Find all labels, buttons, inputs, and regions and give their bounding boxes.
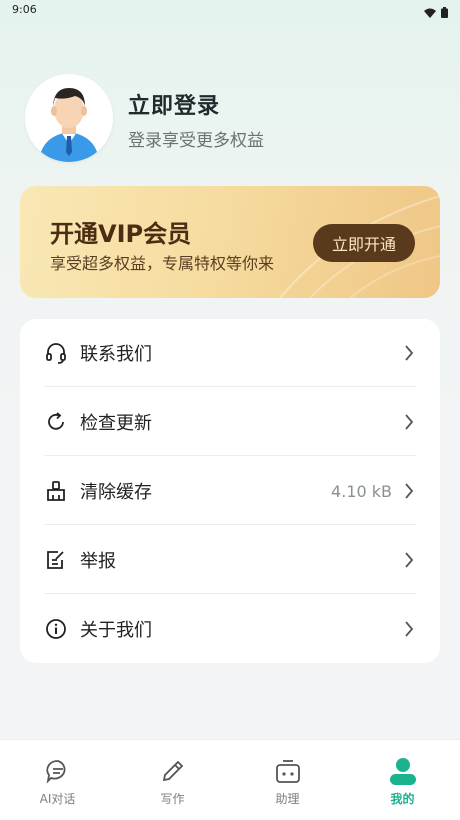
pencil-icon — [159, 756, 187, 786]
profile-header[interactable]: 立即登录 登录享受更多权益 — [25, 74, 445, 162]
menu-item-label: 举报 — [80, 551, 116, 572]
divider — [44, 524, 416, 525]
chevron-right-icon — [402, 345, 416, 361]
robot-icon — [274, 756, 302, 786]
bottom-navigation: AI对话 写作 助理 我的 — [0, 739, 460, 820]
vip-title: 开通VIP会员 — [50, 220, 192, 248]
wifi-icon — [424, 3, 436, 22]
menu-item-label: 检查更新 — [80, 413, 152, 434]
nav-tab-assistant[interactable]: 助理 — [230, 740, 345, 820]
chevron-right-icon — [402, 621, 416, 637]
divider — [44, 455, 416, 456]
menu-item-report[interactable]: 举报 — [44, 526, 416, 594]
menu-item-contact[interactable]: 联系我们 — [44, 319, 416, 387]
menu-item-clear-cache[interactable]: 清除缓存 4.10 kB — [44, 457, 416, 525]
battery-icon — [441, 3, 448, 22]
menu-item-label: 关于我们 — [80, 620, 152, 641]
status-icons — [424, 3, 448, 22]
vip-card[interactable]: 开通VIP会员 享受超多权益，专属特权等你来 立即开通 — [20, 186, 440, 298]
user-icon — [389, 756, 417, 786]
vip-subtitle: 享受超多权益，专属特权等你来 — [50, 254, 275, 273]
nav-label: 助理 — [275, 792, 300, 806]
divider — [44, 593, 416, 594]
chat-bubble-icon — [44, 756, 72, 786]
menu-item-about[interactable]: 关于我们 — [44, 595, 416, 663]
settings-menu: 联系我们 检查更新 清除缓存 4.10 kB 举报 关于我们 — [20, 319, 440, 663]
menu-item-label: 清除缓存 — [80, 482, 152, 503]
broom-icon — [44, 479, 68, 503]
avatar[interactable] — [25, 74, 113, 162]
report-edit-icon — [44, 548, 68, 572]
headset-icon — [44, 341, 68, 365]
vip-open-button[interactable]: 立即开通 — [313, 224, 415, 262]
nav-tab-writing[interactable]: 写作 — [115, 740, 230, 820]
menu-item-label: 联系我们 — [80, 344, 152, 365]
login-subtitle: 登录享受更多权益 — [128, 131, 264, 151]
nav-label: AI对话 — [39, 792, 76, 806]
menu-item-check-update[interactable]: 检查更新 — [44, 388, 416, 456]
status-time: 9:06 — [12, 3, 37, 16]
chevron-right-icon — [402, 483, 416, 499]
login-title[interactable]: 立即登录 — [128, 88, 220, 120]
user-avatar-icon — [25, 74, 113, 162]
chevron-right-icon — [402, 552, 416, 568]
cache-size-value: 4.10 kB — [331, 481, 392, 501]
chevron-right-icon — [402, 414, 416, 430]
nav-tab-mine[interactable]: 我的 — [345, 740, 460, 820]
divider — [44, 386, 416, 387]
nav-label: 我的 — [390, 792, 415, 806]
status-bar: 9:06 — [0, 0, 460, 22]
refresh-icon — [44, 410, 68, 434]
nav-tab-ai-chat[interactable]: AI对话 — [0, 740, 115, 820]
nav-label: 写作 — [160, 792, 185, 806]
info-icon — [44, 617, 68, 641]
